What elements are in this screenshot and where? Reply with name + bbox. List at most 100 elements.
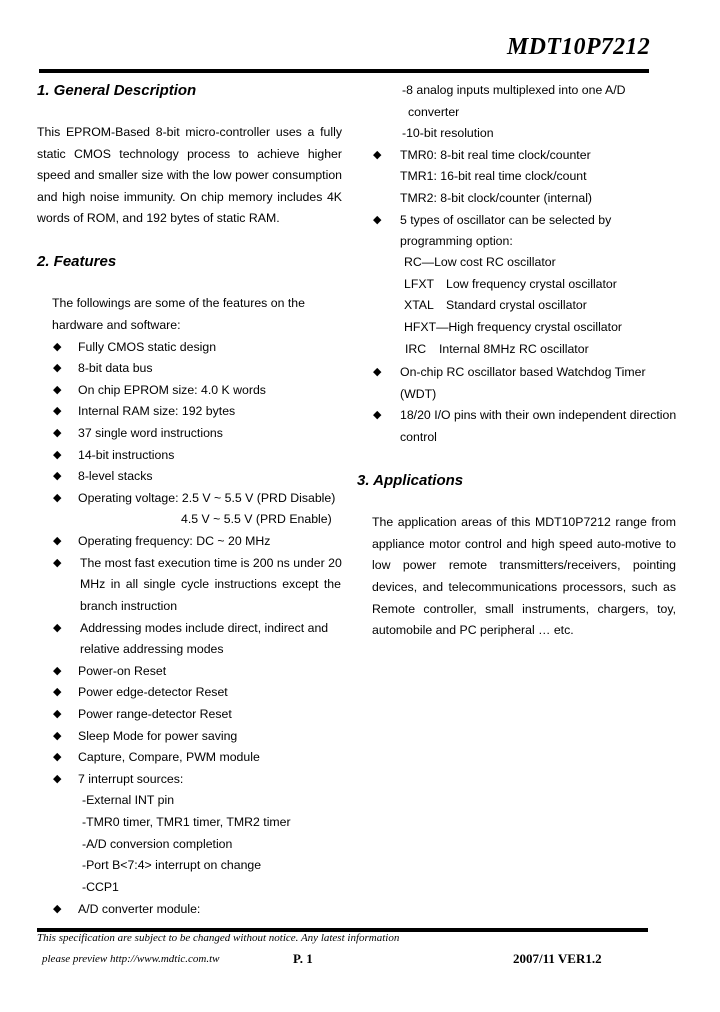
diamond-bullet-icon: ◆ — [53, 535, 62, 547]
diamond-bullet-icon: ◆ — [53, 686, 62, 698]
diamond-bullet-icon: ◆ — [53, 470, 62, 482]
diamond-bullet-icon: ◆ — [53, 362, 62, 374]
feature-text: Operating voltage: 2.5 V ~ 5.5 V (PRD Di… — [78, 491, 336, 505]
feature-text-continuation: control — [400, 430, 437, 444]
feature-text-continuation: branch instruction — [80, 599, 178, 613]
footer-preview-link[interactable]: please preview http://www.mdtic.com.tw — [42, 953, 220, 965]
diamond-bullet-icon: ◆ — [53, 341, 62, 353]
feature-text-continuation: 4.5 V ~ 5.5 V (PRD Enable) — [181, 512, 332, 526]
interrupt-source: -Port B<7:4> interrupt on change — [82, 858, 262, 872]
feature-text-continuation: relative addressing modes — [80, 642, 224, 656]
oscillator-desc: Low cost RC oscillator — [434, 255, 556, 269]
diamond-bullet-icon: ◆ — [53, 903, 62, 915]
oscillator-desc: Low frequency crystal oscillator — [446, 277, 617, 291]
feature-text: Power range-detector Reset — [78, 707, 232, 721]
timer-line: TMR1: 16-bit real time clock/count — [400, 169, 587, 183]
feature-text: Sleep Mode for power saving — [78, 729, 238, 743]
feature-text: 8-bit data bus — [78, 361, 153, 375]
timer-line: TMR2: 8-bit clock/counter (internal) — [400, 191, 593, 205]
applications-line: low power remote transmitters/receivers,… — [372, 558, 676, 572]
diamond-bullet-icon: ◆ — [53, 730, 62, 742]
general-line: speed and smaller size with the low powe… — [37, 168, 342, 182]
feature-text: 37 single word instructions — [78, 426, 223, 440]
adc-detail: -10-bit resolution — [402, 126, 494, 140]
features-intro: The followings are some of the features … — [52, 296, 305, 310]
oscillator-desc: High frequency crystal oscillator — [448, 320, 622, 334]
applications-line: appliance motor control and high speed a… — [372, 537, 676, 551]
diamond-bullet-icon: ◆ — [53, 751, 62, 763]
feature-text: Power edge-detector Reset — [78, 685, 228, 699]
oscillator-separator: — — [436, 320, 449, 334]
oscillator-name: IRC — [405, 342, 427, 356]
oscillator-name: LFXT — [404, 277, 435, 291]
diamond-bullet-icon: ◆ — [53, 405, 62, 417]
oscillator-desc: Internal 8MHz RC oscillator — [439, 342, 589, 356]
feature-text: A/D converter module: — [78, 902, 201, 916]
feature-text: Operating frequency: DC ~ 20 MHz — [78, 534, 271, 548]
feature-text: Internal RAM size: 192 bytes — [78, 404, 236, 418]
feature-text: Power-on Reset — [78, 664, 167, 678]
general-line: and high noise immunity. On chip memory … — [37, 190, 342, 204]
feature-text: Capture, Compare, PWM module — [78, 750, 260, 764]
interrupt-source: -External INT pin — [82, 793, 175, 807]
diamond-bullet-icon: ◆ — [53, 557, 62, 569]
oscillator-option: HFXT—High frequency crystal oscillator — [404, 319, 622, 335]
diamond-bullet-icon: ◆ — [53, 665, 62, 677]
feature-text: 8-level stacks — [78, 469, 153, 483]
oscillator-option: LFXT Low frequency crystal oscillator — [404, 276, 617, 292]
oscillator-option: RC—Low cost RC oscillator — [404, 254, 556, 270]
general-line: words of ROM, and 192 bytes of static RA… — [37, 211, 280, 225]
diamond-bullet-icon: ◆ — [373, 149, 382, 161]
diamond-bullet-icon: ◆ — [373, 366, 382, 378]
features-intro: hardware and software: — [52, 318, 181, 332]
applications-line: automobile and PC peripheral … etc. — [372, 623, 574, 637]
interrupt-source: -A/D conversion completion — [82, 837, 233, 851]
feature-text-continuation: programming option: — [400, 234, 513, 248]
diamond-bullet-icon: ◆ — [53, 708, 62, 720]
applications-line: The application areas of this MDT10P7212… — [372, 515, 676, 529]
feature-text-continuation: MHz in all single cycle instructions exc… — [80, 577, 341, 591]
adc-detail: converter — [408, 105, 460, 119]
applications-line: devices, and telecommunications processo… — [372, 580, 676, 594]
feature-text: 5 types of oscillator can be selected by — [400, 213, 612, 227]
section-heading-applications: 3. Applications — [357, 472, 464, 489]
diamond-bullet-icon: ◆ — [53, 384, 62, 396]
diamond-bullet-icon: ◆ — [373, 409, 382, 421]
feature-text: 14-bit instructions — [78, 448, 175, 462]
section-heading-features: 2. Features — [37, 253, 117, 270]
oscillator-desc: Standard crystal oscillator — [446, 298, 587, 312]
diamond-bullet-icon: ◆ — [53, 773, 62, 785]
diamond-bullet-icon: ◆ — [53, 622, 62, 634]
oscillator-separator: — — [421, 255, 435, 269]
oscillator-name: RC — [404, 255, 422, 269]
section-heading-general: 1. General Description — [37, 82, 197, 99]
footer-page-number: P. 1 — [293, 951, 313, 966]
feature-text: Addressing modes include direct, indirec… — [80, 621, 329, 635]
footer-notice: This specification are subject to be cha… — [37, 932, 400, 944]
header-rule — [39, 69, 649, 73]
oscillator-name: HFXT — [404, 320, 437, 334]
feature-text: 18/20 I/O pins with their own independen… — [400, 408, 677, 422]
feature-text-continuation: (WDT) — [400, 387, 437, 401]
diamond-bullet-icon: ◆ — [53, 427, 62, 439]
diamond-bullet-icon: ◆ — [373, 214, 382, 226]
general-line: static CMOS technology process to achiev… — [37, 147, 342, 161]
interrupt-source: -TMR0 timer, TMR1 timer, TMR2 timer — [82, 815, 291, 829]
interrupt-source: -CCP1 — [82, 880, 119, 894]
diamond-bullet-icon: ◆ — [53, 449, 62, 461]
feature-text: The most fast execution time is 200 ns u… — [80, 556, 342, 570]
feature-text: 7 interrupt sources: — [78, 772, 184, 786]
general-line: This EPROM-Based 8-bit micro-controller … — [37, 125, 342, 139]
document-title: MDT10P7212 — [507, 34, 650, 60]
feature-text: On chip EPROM size: 4.0 K words — [78, 383, 266, 397]
adc-detail: -8 analog inputs multiplexed into one A/… — [402, 83, 626, 97]
oscillator-option: XTAL Standard crystal oscillator — [404, 297, 587, 313]
diamond-bullet-icon: ◆ — [53, 492, 62, 504]
oscillator-name: XTAL — [404, 298, 434, 312]
feature-text: Fully CMOS static design — [78, 340, 217, 354]
oscillator-option: IRC Internal 8MHz RC oscillator — [405, 341, 589, 357]
feature-text: On-chip RC oscillator based Watchdog Tim… — [400, 365, 646, 379]
footer-version: 2007/11 VER1.2 — [513, 951, 602, 966]
timer-line: TMR0: 8-bit real time clock/counter — [400, 148, 591, 162]
applications-line: Remote controller, small instruments, ch… — [372, 602, 676, 616]
